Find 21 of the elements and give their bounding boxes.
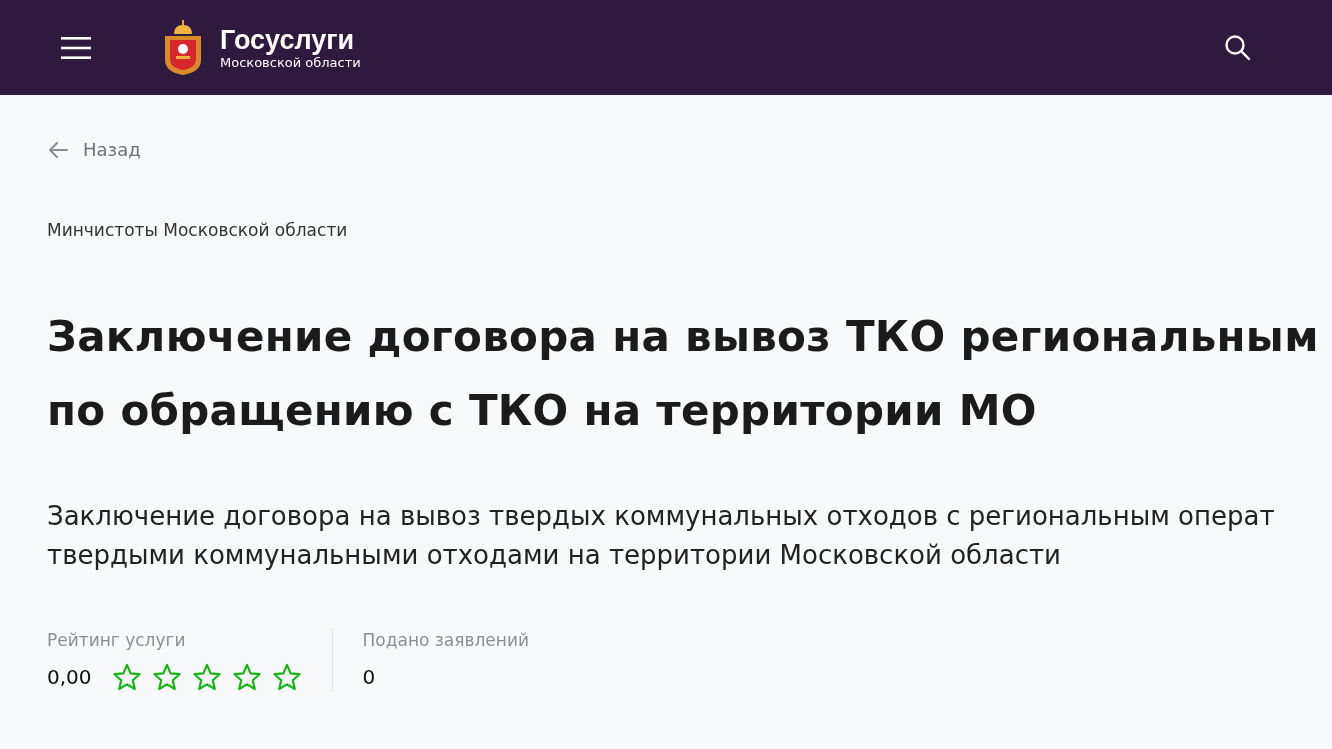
arrow-left-icon: [47, 141, 69, 159]
brand-subtitle: Московской области: [220, 54, 361, 71]
star-icon: [191, 663, 222, 691]
service-description: Заключение договора на вывоз твердых коммунальных отходов с региональным операт твердыми коммунальными отходами на территории Московской области: [47, 500, 1276, 572]
brand-name: Госуслуги: [220, 24, 356, 55]
applications-label: Подано заявлений: [362, 629, 530, 652]
star-icon: [231, 663, 262, 691]
menu-button[interactable]: [60, 34, 92, 61]
coat-of-arms-icon: [162, 19, 204, 76]
applications-count: 0: [362, 665, 376, 689]
service-title: Заключение договора на вывоз ТКО региональным по обращению с ТКО на территории МО: [47, 311, 1320, 437]
star-icon: [111, 663, 142, 691]
rating-label: Рейтинг услуги: [47, 629, 187, 652]
search-button[interactable]: [1224, 33, 1252, 62]
rating-value: 0,00: [47, 665, 92, 689]
back-link[interactable]: Назад: [47, 138, 141, 162]
menu-icon: [60, 34, 92, 61]
search-icon: [1224, 33, 1252, 62]
star-icon: [151, 663, 182, 691]
department-name: Минчистоты Московской области: [47, 219, 349, 242]
star-icon: [271, 663, 302, 691]
